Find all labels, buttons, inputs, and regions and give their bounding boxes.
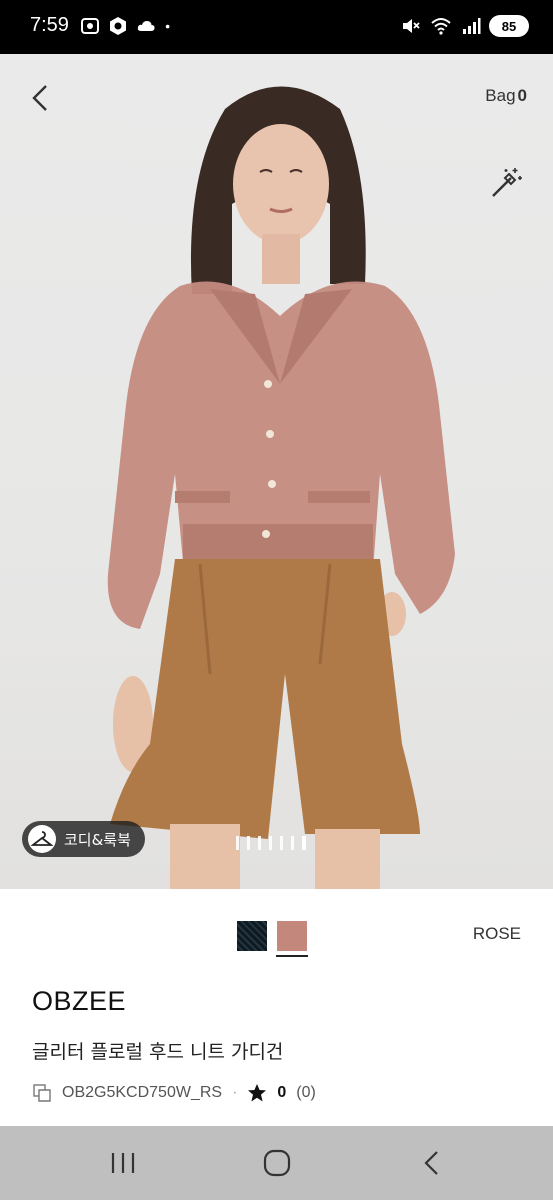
review-count[interactable]: (0): [296, 1084, 316, 1102]
hanger-icon: [28, 825, 56, 853]
product-code: OB2G5KCD750W_RS: [62, 1084, 223, 1101]
pager-dot: [269, 836, 272, 850]
color-swatch-rose[interactable]: [277, 921, 307, 951]
dot-icon: [165, 24, 170, 29]
pager-dot: [280, 836, 283, 850]
coordination-label: 코디&룩북: [64, 830, 131, 849]
pager-dot: [247, 836, 250, 850]
model-photo: [107, 86, 455, 889]
back-icon[interactable]: [418, 1148, 448, 1178]
product-info: ROSE OBZEE 글리터 플로럴 후드 니트 가디건 OB2G5KCD750…: [0, 889, 553, 1126]
selected-swatch-indicator: [276, 955, 308, 957]
status-time: 7:59: [30, 14, 69, 36]
wifi-icon: [431, 18, 451, 35]
mute-icon: [403, 19, 420, 33]
screen-record-icon: [81, 18, 99, 34]
status-left-icons: [80, 16, 176, 36]
bag-button[interactable]: Bag 0: [485, 86, 527, 106]
status-bar: 7:59 85: [0, 0, 553, 54]
coordination-lookbook-button[interactable]: 코디&룩북: [22, 821, 145, 857]
selected-color-name: ROSE: [472, 924, 521, 943]
product-image[interactable]: Bag 0 코디&룩북: [0, 54, 553, 889]
image-pager: [236, 836, 306, 850]
battery-icon: 85: [489, 15, 529, 37]
system-nav-bar: [0, 1126, 553, 1200]
rating-value: 0: [277, 1084, 287, 1101]
bag-count: 0: [517, 86, 527, 105]
home-icon[interactable]: [262, 1148, 292, 1178]
signal-icon: [463, 18, 481, 34]
pager-dot-active: [302, 836, 306, 850]
recent-apps-icon[interactable]: [108, 1148, 138, 1178]
battery-level: 85: [501, 18, 517, 34]
pager-dot: [258, 836, 261, 850]
magic-wand-icon[interactable]: [489, 166, 523, 200]
back-arrow-icon[interactable]: [26, 80, 56, 116]
status-right-icons: 85: [401, 15, 529, 37]
product-name: 글리터 플로럴 후드 니트 가디건: [32, 1041, 284, 1063]
bag-label: Bag: [485, 86, 516, 105]
pager-dot: [291, 836, 294, 850]
brand-name[interactable]: OBZEE: [32, 986, 126, 1017]
product-meta: OB2G5KCD750W_RS · 0 (0): [32, 1083, 316, 1103]
star-icon: [248, 1084, 267, 1102]
pager-dot: [236, 836, 239, 850]
app-hexagon-icon: [110, 17, 126, 35]
meta-separator: ·: [232, 1084, 238, 1101]
color-swatch-black[interactable]: [237, 921, 267, 951]
copy-icon[interactable]: [32, 1083, 52, 1103]
cloud-icon: [137, 21, 155, 31]
